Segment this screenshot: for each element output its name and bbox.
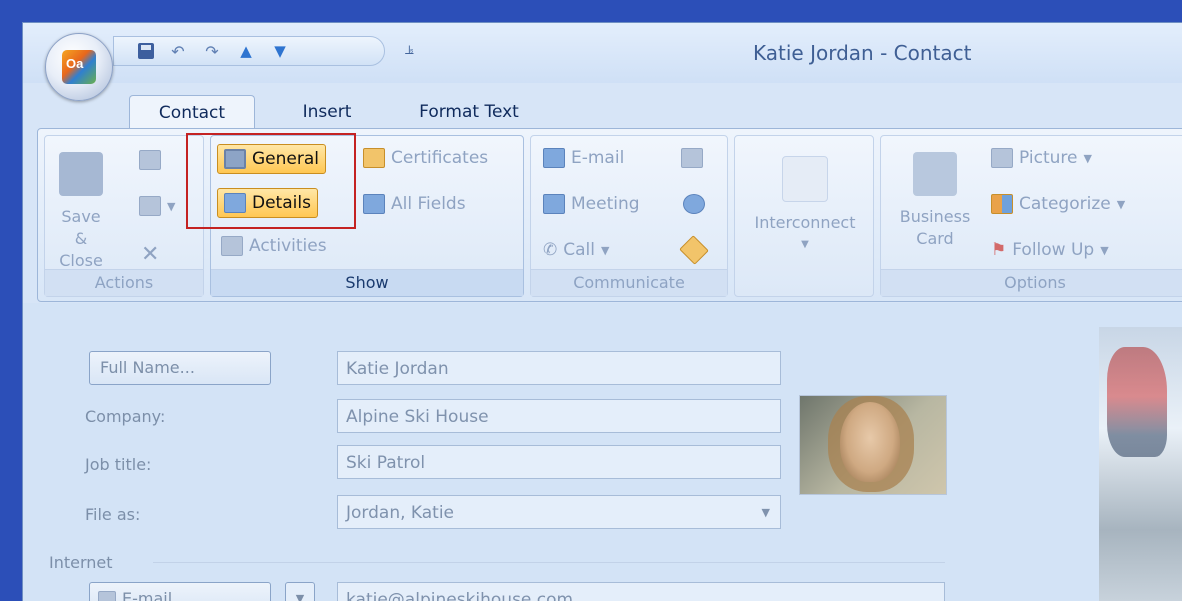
customize-toolbar-icon[interactable]: ⫡ [405, 43, 414, 58]
phone-icon: ✆ [543, 240, 558, 260]
group-interconnect: Interconnect ▼ [734, 135, 874, 297]
globe-icon [683, 194, 705, 214]
tab-contact[interactable]: Contact [129, 95, 255, 129]
undo-icon[interactable]: ↶ [168, 41, 188, 61]
business-card-icon [913, 152, 957, 196]
flag-icon: ⚑ [991, 240, 1007, 260]
save-icon[interactable] [138, 43, 154, 59]
annotation-highlight-box [186, 133, 356, 229]
save-close-button[interactable]: Save & Close [51, 152, 111, 272]
web-page-button[interactable] [683, 194, 705, 214]
internet-section-label: Internet [49, 553, 113, 572]
follow-up-button[interactable]: ⚑ Follow Up ▼ [991, 240, 1109, 260]
copy-icon [139, 196, 161, 216]
group-label-options: Options [881, 269, 1182, 296]
email-field[interactable]: katie@alpineskihouse.com [337, 582, 945, 601]
internet-divider [153, 562, 945, 563]
job-title-label: Job title: [85, 455, 152, 474]
interconnect-button[interactable]: Interconnect ▼ [743, 156, 867, 256]
tab-insert[interactable]: Insert [285, 95, 369, 129]
email-button[interactable]: E-mail [543, 148, 624, 168]
quick-access-toolbar: ↶ ↷ ▲ ▼ [113, 36, 385, 66]
activities-button[interactable]: Activities [221, 236, 327, 256]
next-item-icon[interactable]: ▼ [270, 41, 290, 61]
call-button[interactable]: ✆ Call ▼ [543, 240, 609, 260]
chevron-down-icon: ▼ [801, 239, 809, 250]
full-name-button[interactable]: Full Name... [89, 351, 271, 385]
full-name-field[interactable]: Katie Jordan [337, 351, 781, 385]
business-card-preview [1099, 327, 1182, 601]
email-select-button[interactable]: E-mail... [89, 582, 271, 601]
meeting-icon [543, 194, 565, 214]
previous-item-icon[interactable]: ▲ [236, 41, 256, 61]
email-type-dropdown[interactable]: ▼ [285, 582, 315, 601]
close-icon: ✕ [141, 242, 160, 267]
group-label-communicate: Communicate [531, 269, 727, 296]
disk-icon [139, 150, 161, 170]
group-label-actions: Actions [45, 269, 203, 296]
all-fields-button[interactable]: All Fields [363, 194, 466, 214]
interconnect-icon [782, 156, 828, 202]
file-as-label: File as: [85, 505, 141, 524]
map-icon [679, 235, 709, 265]
activities-icon [221, 236, 243, 256]
group-actions: Save & Close ▼ ✕ Actions [44, 135, 204, 297]
meeting-button[interactable]: Meeting [543, 194, 640, 214]
title-bar: ↶ ↷ ▲ ▼ ⫡ Katie Jordan - Contact [23, 23, 1182, 83]
redo-icon[interactable]: ↷ [202, 41, 222, 61]
copy-button[interactable]: ▼ [139, 196, 175, 216]
office-logo-icon: Oa [62, 50, 96, 84]
office-button[interactable]: Oa [45, 33, 113, 101]
company-label: Company: [85, 407, 166, 426]
company-field[interactable]: Alpine Ski House [337, 399, 781, 433]
task-icon [681, 148, 703, 168]
group-label-show: Show [211, 269, 523, 296]
map-button[interactable] [679, 235, 709, 265]
list-icon [363, 194, 385, 214]
contact-form: Full Name... Katie Jordan Company: Alpin… [23, 303, 1182, 601]
delete-button[interactable]: ✕ [141, 242, 159, 267]
picture-button[interactable]: Picture ▼ [991, 148, 1092, 168]
group-options: Business Card Picture ▼ Categorize ▼ ⚑ Foll… [880, 135, 1182, 297]
ribbon-tabs: Contact Insert Format Text [23, 95, 1182, 129]
certificate-icon [363, 148, 385, 168]
contact-photo[interactable] [799, 395, 947, 495]
assign-task-button[interactable] [681, 148, 703, 168]
categorize-button[interactable]: Categorize ▼ [991, 194, 1125, 214]
picture-icon [991, 148, 1013, 168]
group-communicate: E-mail Meeting ✆ Call ▼ Communicate [530, 135, 728, 297]
chevron-down-icon[interactable]: ▼ [762, 496, 770, 530]
file-as-field[interactable]: Jordan, Katie ▼ [337, 495, 781, 529]
tab-format-text[interactable]: Format Text [407, 95, 531, 129]
save-close-icon [59, 152, 103, 196]
email-icon [543, 148, 565, 168]
delete-icon-button[interactable] [139, 150, 161, 170]
job-title-field[interactable]: Ski Patrol [337, 445, 781, 479]
business-card-button[interactable]: Business Card [887, 152, 983, 250]
window-title: Katie Jordan - Contact [753, 41, 972, 65]
certificates-button[interactable]: Certificates [363, 148, 488, 168]
contact-window: ↶ ↷ ▲ ▼ ⫡ Katie Jordan - Contact Oa Cont… [22, 22, 1182, 601]
categorize-icon [991, 194, 1013, 214]
